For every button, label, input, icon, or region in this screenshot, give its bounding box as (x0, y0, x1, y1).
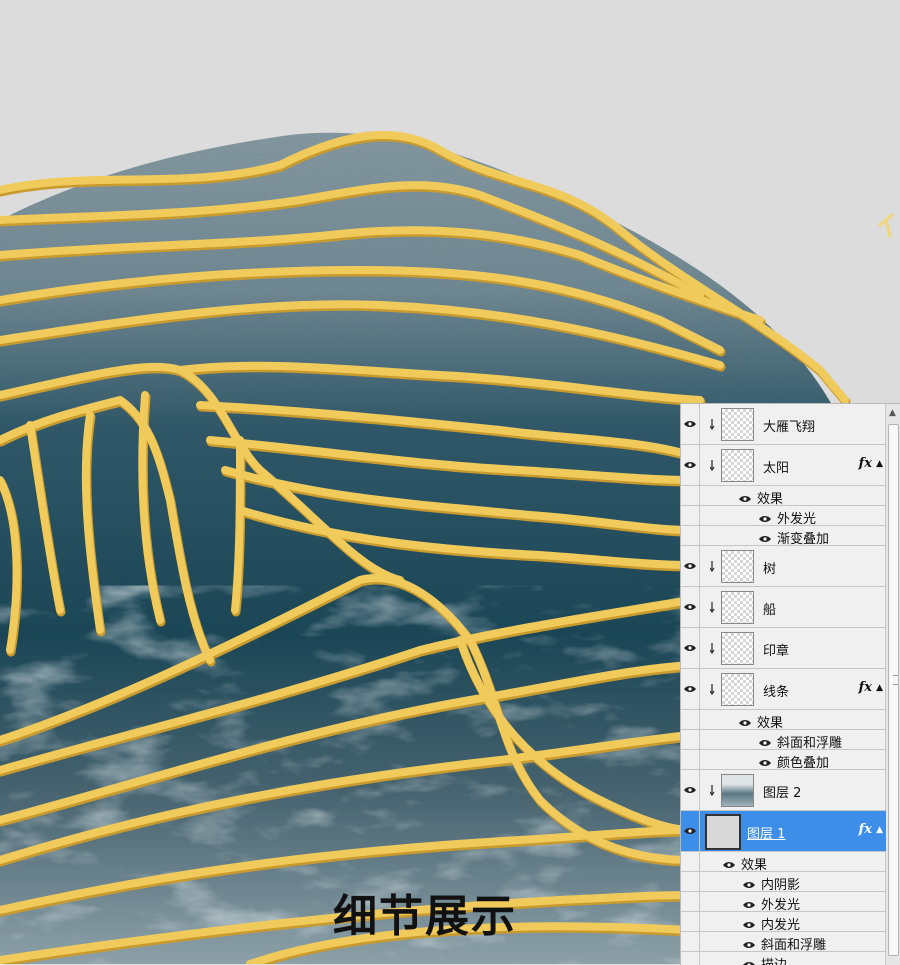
effect-item-row[interactable]: 颜色叠加 (681, 750, 886, 771)
layer-row[interactable]: 船 (681, 587, 886, 628)
visibility-eye-icon[interactable] (743, 878, 755, 888)
eye-column (681, 506, 700, 525)
layer-thumbnail[interactable] (721, 550, 754, 583)
scrollbar-thumb[interactable] (888, 424, 899, 956)
collapse-arrow-icon[interactable]: ▲ (876, 825, 883, 835)
eye-column (681, 932, 700, 951)
effect-name: 外发光 (777, 512, 817, 527)
effects-label: 效果 (757, 716, 784, 731)
eye-column (681, 710, 700, 729)
effect-name: 内发光 (761, 918, 801, 933)
effect-item-row[interactable]: 描边 (681, 952, 886, 965)
scroll-up-arrow-icon[interactable]: ▲ (889, 408, 896, 418)
visibility-eye-icon[interactable] (759, 532, 771, 542)
layers-scrollbar[interactable]: ▲ (885, 404, 900, 965)
layer-name[interactable]: 太阳 (763, 457, 789, 476)
effect-item-row[interactable]: 斜面和浮雕 (681, 730, 886, 751)
eye-column (681, 730, 700, 749)
visibility-eye-icon[interactable] (681, 770, 700, 810)
layer-name[interactable]: 树 (763, 558, 776, 577)
effect-item-row[interactable]: 内发光 (681, 912, 886, 933)
eye-column (681, 872, 700, 891)
layers-panel: ▲ 大雁飞翔 太阳 fx ▲ 效果 外发光 渐变叠加树船印章 线条 fx ▲ 效果 斜面和浮雕 颜色叠加… (680, 403, 900, 965)
visibility-eye-icon[interactable] (681, 811, 700, 851)
collapse-arrow-icon[interactable]: ▲ (876, 683, 883, 693)
clipping-arrow-icon (709, 683, 720, 697)
visibility-eye-icon[interactable] (681, 628, 700, 668)
visibility-eye-icon[interactable] (759, 512, 771, 522)
eye-column (681, 486, 700, 505)
effects-label: 效果 (741, 858, 768, 873)
clipping-arrow-icon (709, 418, 720, 432)
effect-item-row[interactable]: 外发光 (681, 506, 886, 527)
clipping-arrow-icon (709, 560, 720, 574)
effect-item-row[interactable]: 外发光 (681, 892, 886, 913)
effect-item-row[interactable]: 渐变叠加 (681, 526, 886, 547)
visibility-eye-icon[interactable] (743, 898, 755, 908)
effect-name: 斜面和浮雕 (777, 736, 843, 751)
effect-name: 描边 (761, 954, 787, 965)
layer-thumbnail[interactable] (721, 673, 754, 706)
layer-name[interactable]: 图层 1 (747, 823, 785, 842)
clipping-arrow-icon (709, 784, 720, 798)
visibility-eye-icon[interactable] (739, 492, 751, 502)
eye-column (681, 526, 700, 545)
effect-name: 斜面和浮雕 (761, 938, 827, 953)
layer-row[interactable]: 图层 2 (681, 770, 886, 811)
effects-header-row[interactable]: 效果 (681, 710, 886, 731)
visibility-eye-icon[interactable] (681, 404, 700, 444)
layer-name[interactable]: 大雁飞翔 (763, 416, 815, 435)
eye-column (681, 750, 700, 769)
layer-row[interactable]: 图层 1 fx ▲ (681, 811, 886, 852)
layer-row[interactable]: 树 (681, 546, 886, 587)
clipping-arrow-icon (709, 601, 720, 615)
collapse-arrow-icon[interactable]: ▲ (876, 459, 883, 469)
layer-thumbnail[interactable] (721, 408, 754, 441)
effects-label: 效果 (757, 492, 784, 507)
visibility-eye-icon[interactable] (681, 587, 700, 627)
fx-icon[interactable]: fx (859, 680, 872, 695)
layer-row[interactable]: 太阳 fx ▲ (681, 445, 886, 486)
clipping-arrow-icon (709, 642, 720, 656)
clipping-arrow-icon (709, 459, 720, 473)
effects-header-row[interactable]: 效果 (681, 852, 886, 873)
effect-name: 外发光 (761, 898, 801, 913)
caption-title: 细节展示 (333, 891, 517, 942)
effect-name: 渐变叠加 (777, 532, 830, 547)
layer-thumbnail[interactable] (705, 814, 741, 850)
effects-header-row[interactable]: 效果 (681, 486, 886, 507)
layer-name[interactable]: 线条 (763, 681, 789, 700)
layer-name[interactable]: 船 (763, 599, 776, 618)
effect-item-row[interactable]: 内阴影 (681, 872, 886, 893)
eye-column (681, 852, 700, 871)
eye-column (681, 912, 700, 931)
effect-name: 颜色叠加 (777, 756, 830, 771)
eye-column (681, 952, 700, 965)
effect-name: 内阴影 (761, 878, 801, 893)
fx-icon[interactable]: fx (859, 456, 872, 471)
layer-name[interactable]: 图层 2 (763, 782, 801, 801)
eye-column (681, 892, 700, 911)
layer-row[interactable]: 印章 (681, 628, 886, 669)
visibility-eye-icon[interactable] (759, 736, 771, 746)
visibility-eye-icon[interactable] (681, 669, 700, 709)
layer-thumbnail[interactable] (721, 449, 754, 482)
layer-thumbnail[interactable] (721, 591, 754, 624)
layer-name[interactable]: 印章 (763, 640, 789, 659)
visibility-eye-icon[interactable] (681, 546, 700, 586)
layer-thumbnail[interactable] (721, 774, 754, 807)
visibility-eye-icon[interactable] (743, 938, 755, 948)
visibility-eye-icon[interactable] (681, 445, 700, 485)
effect-item-row[interactable]: 斜面和浮雕 (681, 932, 886, 953)
visibility-eye-icon[interactable] (759, 756, 771, 766)
layer-thumbnail[interactable] (721, 632, 754, 665)
visibility-eye-icon[interactable] (739, 716, 751, 726)
visibility-eye-icon[interactable] (723, 858, 735, 868)
visibility-eye-icon[interactable] (743, 918, 755, 928)
layer-row[interactable]: 大雁飞翔 (681, 404, 886, 445)
fx-icon[interactable]: fx (859, 822, 872, 837)
layer-row[interactable]: 线条 fx ▲ (681, 669, 886, 710)
